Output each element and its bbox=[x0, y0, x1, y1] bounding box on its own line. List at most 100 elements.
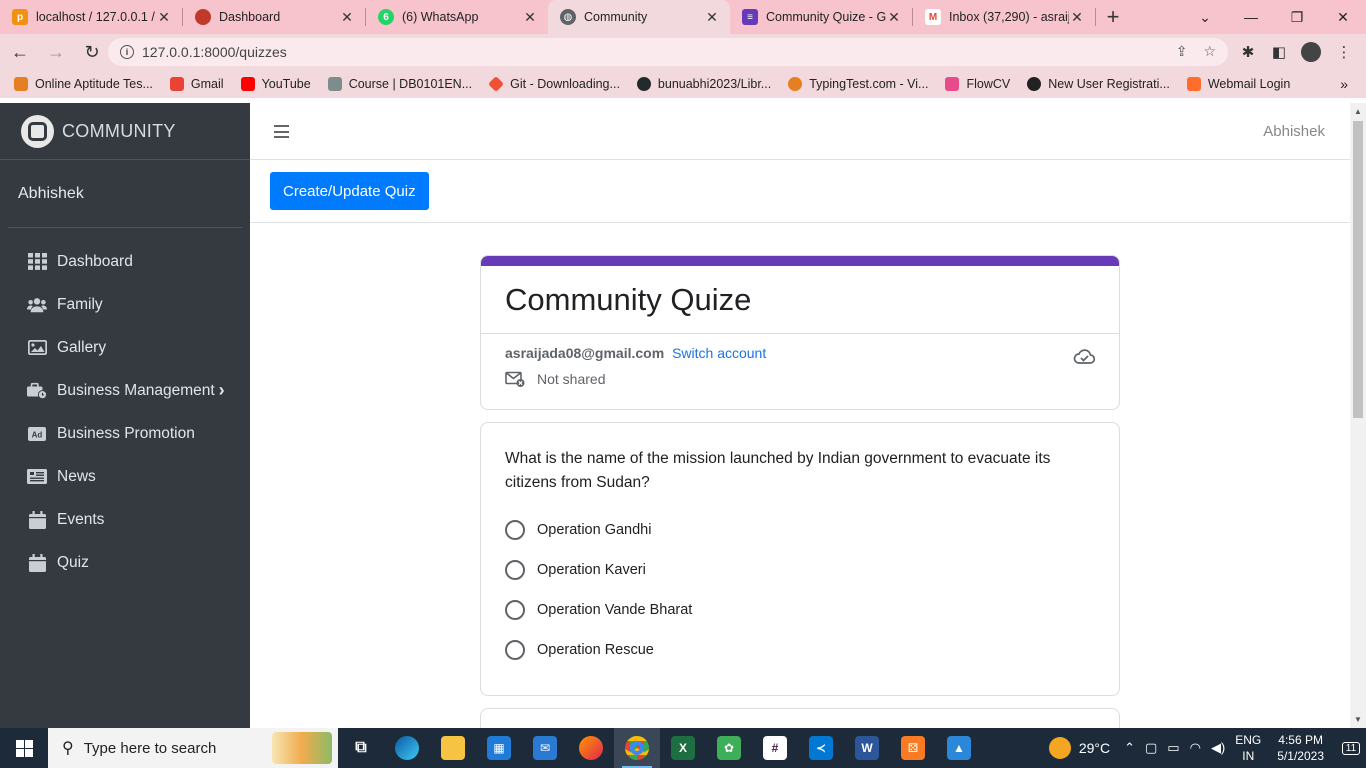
profile-avatar[interactable] bbox=[1297, 38, 1325, 66]
option-operation-kaveri[interactable]: Operation Kaveri bbox=[505, 560, 646, 580]
weather-widget[interactable]: 29°C bbox=[1048, 737, 1110, 759]
sidebar-item-business-promotion[interactable]: Ad Business Promotion bbox=[0, 412, 250, 455]
battery-icon[interactable]: ▭ bbox=[1167, 740, 1179, 756]
search-placeholder: Type here to search bbox=[83, 739, 217, 757]
app-icon[interactable]: ✿ bbox=[706, 728, 752, 768]
tray-chevron-up-icon[interactable]: ⌃ bbox=[1124, 740, 1135, 756]
switch-account-link[interactable]: Switch account bbox=[672, 345, 766, 361]
task-view-icon[interactable]: ⧉ bbox=[338, 728, 384, 768]
sidebar-item-business-management[interactable]: Business Management › bbox=[0, 369, 250, 412]
flowcv-icon bbox=[945, 77, 960, 91]
sidebar-item-gallery[interactable]: Gallery bbox=[0, 326, 250, 369]
phpmyadmin-icon: p bbox=[12, 9, 28, 25]
sidebar-item-quiz[interactable]: Quiz bbox=[0, 541, 250, 584]
bookmark-label: Git - Downloading... bbox=[510, 77, 620, 91]
tab-whatsapp[interactable]: 6 (6) WhatsApp ✕ bbox=[366, 0, 548, 34]
bookmark-item[interactable]: Online Aptitude Tes... bbox=[14, 77, 153, 91]
tab-community[interactable]: ◍ Community ✕ bbox=[548, 0, 730, 34]
excel-icon[interactable]: X bbox=[660, 728, 706, 768]
scroll-up-arrow-icon[interactable]: ▲ bbox=[1354, 107, 1362, 116]
bookmark-item[interactable]: Course | DB0101EN... bbox=[327, 77, 473, 91]
tab-inbox[interactable]: M Inbox (37,290) - asraij ✕ bbox=[913, 0, 1095, 34]
photos-icon[interactable]: ▲ bbox=[936, 728, 982, 768]
sidebar-item-events[interactable]: Events bbox=[0, 498, 250, 541]
menu-kebab-icon[interactable]: ⋮ bbox=[1330, 38, 1358, 66]
bookmarks-overflow-icon[interactable]: » bbox=[1340, 76, 1348, 92]
option-operation-vande-bharat[interactable]: Operation Vande Bharat bbox=[505, 600, 692, 620]
file-explorer-icon[interactable] bbox=[430, 728, 476, 768]
form-accent-bar bbox=[481, 256, 1119, 266]
word-icon[interactable]: W bbox=[844, 728, 890, 768]
tab-search-icon[interactable]: ⌄ bbox=[1182, 0, 1228, 34]
new-tab-button[interactable]: + bbox=[1096, 0, 1130, 34]
tab-close-icon[interactable]: ✕ bbox=[522, 9, 538, 26]
vscode-icon[interactable]: ≺ bbox=[798, 728, 844, 768]
language-indicator[interactable]: ENG IN bbox=[1235, 732, 1261, 764]
bookmark-item[interactable]: New User Registrati... bbox=[1027, 77, 1170, 91]
tab-close-icon[interactable]: ✕ bbox=[1069, 9, 1085, 26]
tab-close-icon[interactable]: ✕ bbox=[886, 9, 902, 26]
close-window-button[interactable]: ✕ bbox=[1320, 0, 1366, 34]
scroll-down-arrow-icon[interactable]: ▼ bbox=[1354, 715, 1362, 724]
radio-button[interactable] bbox=[505, 560, 525, 580]
slack-icon[interactable]: # bbox=[752, 728, 798, 768]
bookmark-item[interactable]: Webmail Login bbox=[1186, 77, 1290, 91]
bookmark-star-icon[interactable]: ☆ bbox=[1203, 43, 1216, 60]
forward-button[interactable]: → bbox=[40, 36, 72, 68]
page-scrollbar[interactable]: ▲ ▼ bbox=[1350, 103, 1366, 728]
reload-button[interactable]: ↻ bbox=[76, 36, 108, 68]
windows-start-button[interactable] bbox=[0, 728, 48, 768]
user-panel[interactable]: Abhishek bbox=[8, 160, 242, 228]
create-update-quiz-button[interactable]: Create/Update Quiz bbox=[270, 172, 429, 210]
radio-button[interactable] bbox=[505, 520, 525, 540]
radio-button[interactable] bbox=[505, 600, 525, 620]
wifi-icon[interactable]: ◠ bbox=[1190, 740, 1201, 756]
scrollbar-thumb[interactable] bbox=[1353, 121, 1363, 418]
sidebar-item-family[interactable]: Family bbox=[0, 283, 250, 326]
tab-dashboard[interactable]: Dashboard ✕ bbox=[183, 0, 365, 34]
xampp-icon[interactable]: ⚄ bbox=[890, 728, 936, 768]
tab-close-icon[interactable]: ✕ bbox=[156, 9, 172, 26]
site-info-icon[interactable]: i bbox=[120, 45, 134, 59]
option-operation-gandhi[interactable]: Operation Gandhi bbox=[505, 520, 651, 540]
bookmark-item[interactable]: FlowCV bbox=[945, 77, 1010, 91]
notification-center-button[interactable]: 11 bbox=[1336, 728, 1366, 768]
microsoft-store-icon[interactable]: ▦ bbox=[476, 728, 522, 768]
tab-phpmyadmin[interactable]: p localhost / 127.0.0.1 / ✕ bbox=[0, 0, 182, 34]
taskbar-search-box[interactable]: ⚲ Type here to search bbox=[48, 728, 338, 768]
sidebar-item-label: Quiz bbox=[57, 553, 89, 571]
minimize-button[interactable]: — bbox=[1228, 0, 1274, 34]
bookmark-label: Course | DB0101EN... bbox=[348, 77, 473, 91]
sidebar-item-label: Gallery bbox=[57, 338, 107, 356]
bookmark-item[interactable]: bunuabhi2023/Libr... bbox=[636, 77, 771, 91]
bookmark-item[interactable]: YouTube bbox=[240, 77, 311, 91]
bookmark-item[interactable]: Gmail bbox=[169, 77, 224, 91]
bookmark-item[interactable]: Git - Downloading... bbox=[488, 76, 620, 92]
tab-community-quize[interactable]: ≡ Community Quize - G ✕ bbox=[730, 0, 912, 34]
firefox-icon[interactable] bbox=[568, 728, 614, 768]
meet-now-icon[interactable]: ▢ bbox=[1145, 740, 1157, 756]
side-panel-icon[interactable]: ◧ bbox=[1265, 38, 1293, 66]
taskbar-clock[interactable]: 4:56 PM 5/1/2023 bbox=[1277, 732, 1324, 764]
url-bar[interactable]: i 127.0.0.1:8000/quizzes ⇪ ☆ bbox=[108, 38, 1228, 66]
navbar-user-name[interactable]: Abhishek bbox=[1263, 123, 1325, 140]
hamburger-menu-icon[interactable] bbox=[274, 125, 289, 142]
edge-icon[interactable] bbox=[384, 728, 430, 768]
volume-icon[interactable]: ◀) bbox=[1211, 740, 1225, 756]
brand-link[interactable]: COMMUNITY bbox=[0, 103, 250, 160]
form-title: Community Quize bbox=[481, 266, 1119, 334]
restore-button[interactable]: ❐ bbox=[1274, 0, 1320, 34]
back-button[interactable]: ← bbox=[4, 36, 36, 68]
sidebar-item-dashboard[interactable]: Dashboard bbox=[0, 240, 250, 283]
option-operation-rescue[interactable]: Operation Rescue bbox=[505, 640, 654, 660]
tab-close-icon[interactable]: ✕ bbox=[339, 9, 355, 26]
mail-icon[interactable]: ✉ bbox=[522, 728, 568, 768]
tab-close-icon[interactable]: ✕ bbox=[704, 9, 720, 26]
extensions-icon[interactable]: ✱ bbox=[1234, 38, 1262, 66]
chrome-icon[interactable] bbox=[614, 728, 660, 768]
radio-button[interactable] bbox=[505, 640, 525, 660]
gmail-icon bbox=[169, 77, 184, 91]
share-icon[interactable]: ⇪ bbox=[1176, 43, 1188, 60]
bookmark-item[interactable]: TypingTest.com - Vi... bbox=[788, 77, 928, 91]
sidebar-item-news[interactable]: News bbox=[0, 455, 250, 498]
